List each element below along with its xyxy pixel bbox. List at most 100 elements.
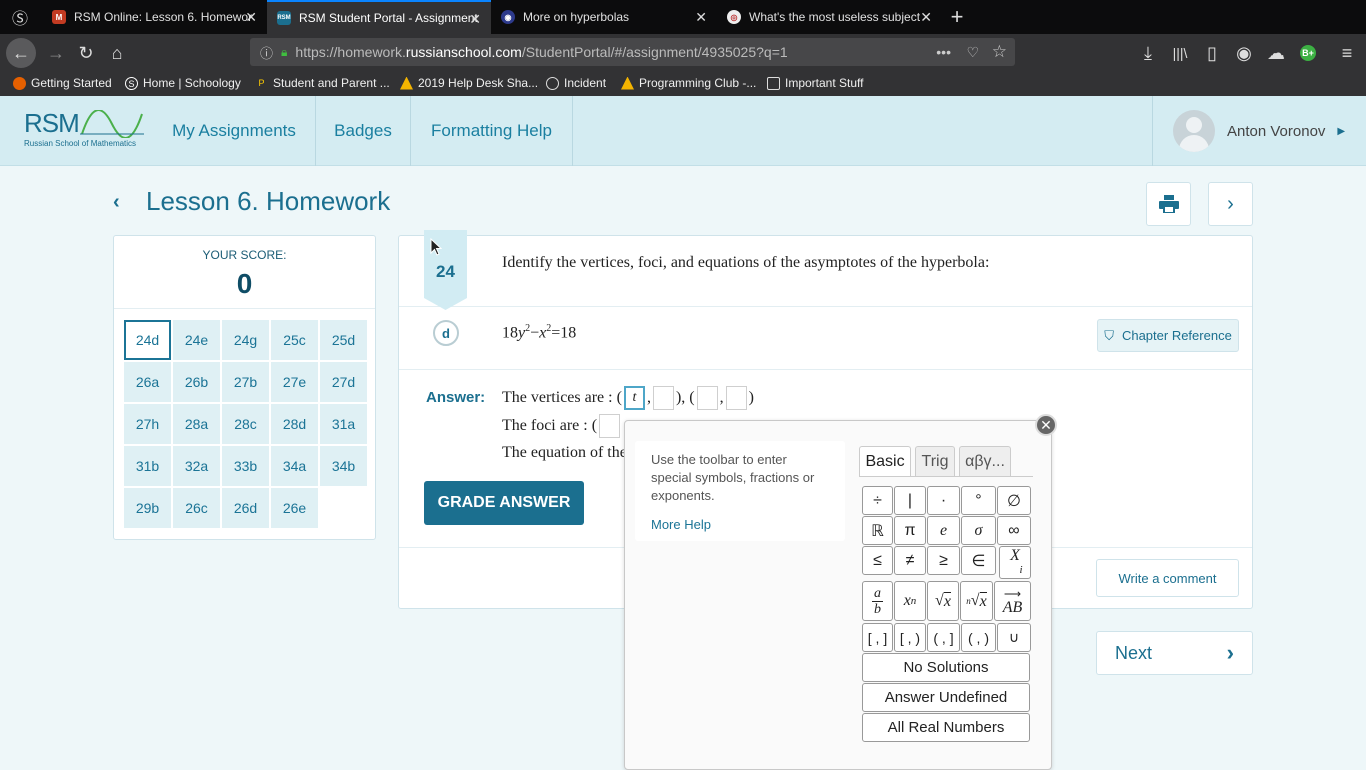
question-cell[interactable]: 27h	[124, 404, 171, 444]
nth-root-key[interactable]: n √ x	[960, 581, 993, 621]
tab-greek[interactable]: αβγ...	[959, 446, 1011, 476]
infinity-key[interactable]: ∞	[997, 516, 1031, 545]
question-cell[interactable]: 31a	[320, 404, 367, 444]
question-cell[interactable]: 29b	[124, 488, 171, 528]
question-cell[interactable]: 31b	[124, 446, 171, 486]
bookmark-folder-important[interactable]: Important Stuff	[767, 76, 864, 90]
bookmark-star-icon[interactable]: ☆	[992, 42, 1007, 62]
question-cell[interactable]: 33b	[222, 446, 269, 486]
question-cell[interactable]: 32a	[173, 446, 220, 486]
browser-tab-3[interactable]: ◉ More on hyperbolas ✕	[491, 0, 717, 34]
pi-key[interactable]: π	[894, 516, 926, 545]
nav-formatting-help[interactable]: Formatting Help	[411, 96, 573, 166]
question-cell[interactable]: 27e	[271, 362, 318, 402]
browser-tab-1[interactable]: M RSM Online: Lesson 6. Homework ✕	[42, 0, 267, 34]
bookmark-schoology[interactable]: S Home | Schoology	[125, 76, 241, 90]
nav-badges[interactable]: Badges	[316, 96, 411, 166]
new-tab-icon[interactable]: +	[943, 3, 971, 31]
question-cell[interactable]: 24g	[222, 320, 269, 360]
extension-badge-icon[interactable]: B+	[1300, 45, 1316, 61]
close-tab-icon[interactable]: ✕	[245, 9, 257, 26]
half-open-left-key[interactable]: ( , ]	[927, 623, 960, 652]
more-actions-icon[interactable]: •••	[936, 44, 951, 60]
vector-key[interactable]: ⟶ AB	[994, 581, 1031, 621]
question-cell[interactable]: 28a	[173, 404, 220, 444]
geq-key[interactable]: ≥	[927, 546, 960, 575]
neq-key[interactable]: ≠	[894, 546, 926, 575]
subscript-key[interactable]: Xi	[999, 546, 1031, 579]
browser-tab-2[interactable]: RSM RSM Student Portal - Assignment ✕	[267, 0, 491, 34]
close-tab-icon[interactable]: ✕	[920, 9, 932, 26]
browser-tab-4[interactable]: ◎ What's the most useless subject ✕	[717, 0, 942, 34]
account-icon[interactable]: ◉	[1230, 39, 1258, 67]
question-cell[interactable]: 27d	[320, 362, 367, 402]
bookmark-help-desk[interactable]: 2019 Help Desk Sha...	[400, 76, 538, 90]
sidebar-icon[interactable]: ▯	[1198, 39, 1226, 67]
closed-interval-key[interactable]: [ , ]	[862, 623, 893, 652]
question-cell[interactable]: 27b	[222, 362, 269, 402]
question-cell[interactable]: 24e	[173, 320, 220, 360]
question-cell[interactable]: 24d	[124, 320, 171, 360]
dot-key[interactable]: ·	[927, 486, 960, 515]
forward-icon[interactable]: →	[42, 39, 70, 67]
question-cell[interactable]: 28d	[271, 404, 318, 444]
exponent-key[interactable]: xn	[894, 581, 926, 621]
download-icon[interactable]: ⤓	[1134, 39, 1162, 67]
divide-key[interactable]: ÷	[862, 486, 893, 515]
next-page-button[interactable]: ›	[1208, 182, 1253, 226]
sqrt-key[interactable]: √ x	[927, 581, 959, 621]
sigma-key[interactable]: σ	[961, 516, 996, 545]
browser-menu-icon[interactable]: Ⓢ	[6, 3, 34, 31]
degree-key[interactable]: °	[961, 486, 996, 515]
question-cell[interactable]: 25d	[320, 320, 367, 360]
question-cell[interactable]: 25c	[271, 320, 318, 360]
bookmark-incident[interactable]: Incident	[546, 76, 606, 90]
chapter-reference-button[interactable]: ⛉ Chapter Reference	[1097, 319, 1239, 352]
bookmark-getting-started[interactable]: Getting Started	[13, 76, 112, 90]
vertex1-y-input[interactable]	[652, 386, 674, 410]
element-of-key[interactable]: ∈	[961, 546, 996, 575]
print-button[interactable]	[1146, 182, 1191, 226]
all-real-numbers-button[interactable]: All Real Numbers	[862, 713, 1030, 742]
extension-icon[interactable]: ☁	[1262, 39, 1290, 67]
question-cell[interactable]: 26c	[173, 488, 220, 528]
open-interval-key[interactable]: ( , )	[961, 623, 996, 652]
answer-undefined-button[interactable]: Answer Undefined	[862, 683, 1030, 712]
more-help-link[interactable]: More Help	[651, 516, 829, 534]
no-solutions-button[interactable]: No Solutions	[862, 653, 1030, 682]
close-tab-icon[interactable]: ✕	[469, 11, 481, 28]
question-cell[interactable]: 26a	[124, 362, 171, 402]
url-bar[interactable]: ⓘ 🔒︎ https://homework. russianschool.com /…	[250, 38, 1015, 66]
home-icon[interactable]: ⌂	[103, 39, 131, 67]
reals-key[interactable]: ℝ	[862, 516, 893, 545]
tab-basic[interactable]: Basic	[859, 446, 911, 476]
half-open-right-key[interactable]: [ , )	[894, 623, 926, 652]
reload-icon[interactable]: ↻	[72, 39, 100, 67]
hamburger-menu-icon[interactable]: ≡	[1333, 39, 1361, 67]
next-question-button[interactable]: Next ›	[1096, 631, 1253, 675]
nav-my-assignments[interactable]: My Assignments	[153, 96, 316, 166]
pocket-icon[interactable]: ♡	[966, 44, 979, 61]
tab-trig[interactable]: Trig	[915, 446, 955, 476]
user-menu[interactable]: Anton Voronov ▶	[1152, 96, 1366, 166]
back-icon[interactable]: ←	[6, 38, 36, 68]
question-cell[interactable]: 26e	[271, 488, 318, 528]
question-cell[interactable]: 28c	[222, 404, 269, 444]
grade-answer-button[interactable]: GRADE ANSWER	[424, 481, 584, 525]
close-popup-icon[interactable]: ✕	[1035, 414, 1057, 436]
vertex2-x-input[interactable]	[696, 386, 718, 410]
question-cell[interactable]: 26d	[222, 488, 269, 528]
question-cell[interactable]: 34b	[320, 446, 367, 486]
empty-set-key[interactable]: ∅	[997, 486, 1031, 515]
abs-key[interactable]: |	[894, 486, 926, 515]
info-icon[interactable]: ⓘ	[260, 43, 273, 62]
back-chevron-icon[interactable]: ‹	[113, 191, 120, 214]
question-cell[interactable]: 26b	[173, 362, 220, 402]
leq-key[interactable]: ≤	[862, 546, 893, 575]
close-tab-icon[interactable]: ✕	[695, 9, 707, 26]
library-icon[interactable]: |||\	[1166, 39, 1194, 67]
bookmark-student-parent[interactable]: P Student and Parent ...	[255, 76, 389, 90]
union-key[interactable]: ∪	[997, 623, 1031, 652]
e-key[interactable]: e	[927, 516, 960, 545]
vertex2-y-input[interactable]	[725, 386, 747, 410]
